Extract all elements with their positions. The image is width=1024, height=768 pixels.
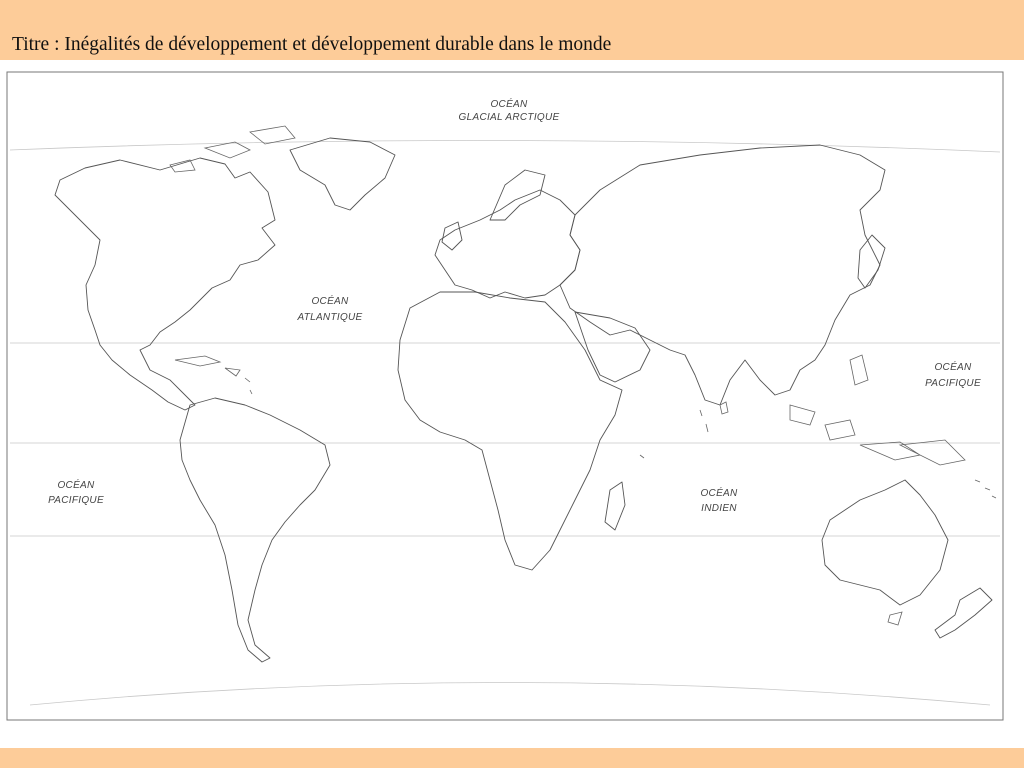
arabia (574, 311, 651, 383)
arctic-islands (169, 125, 296, 173)
ocean-pacific-east-line1: OCÉAN (934, 360, 972, 373)
madagascar (604, 481, 626, 531)
ocean-atlantic-line2: ATLANTIQUE (296, 312, 362, 323)
world-map-svg: OCÉAN GLACIAL ARCTIQUE OCÉAN ATLANTIQUE … (6, 71, 1004, 721)
ocean-label-arctic: OCÉAN GLACIAL ARCTIQUE (459, 97, 560, 123)
page-title: Titre : Inégalités de développement et d… (12, 34, 612, 55)
ocean-arctic-line2: GLACIAL ARCTIQUE (459, 112, 560, 123)
north-america (54, 157, 276, 411)
australia (821, 479, 949, 606)
europe (434, 189, 581, 299)
asia (559, 144, 886, 406)
ocean-label-indian: OCÉAN INDIEN (700, 486, 738, 514)
caribbean (174, 355, 253, 395)
ocean-pacific-west-line1: OCÉAN (57, 478, 95, 491)
ocean-label-atlantic: OCÉAN ATLANTIQUE (296, 294, 362, 323)
ocean-indian-line1: OCÉAN (700, 486, 738, 499)
greenland (289, 137, 396, 211)
tasmania (887, 611, 903, 626)
sri-lanka (719, 401, 729, 415)
ocean-pacific-west-line2: PACIFIQUE (48, 495, 104, 506)
japan (857, 234, 886, 289)
ocean-atlantic-line1: OCÉAN (311, 294, 349, 307)
ocean-label-pacific-east: OCÉAN PACIFIQUE (925, 360, 981, 389)
new-zealand (934, 587, 993, 639)
british-isles (441, 221, 463, 251)
world-map: OCÉAN GLACIAL ARCTIQUE OCÉAN ATLANTIQUE … (0, 60, 1024, 748)
ocean-arctic-line1: OCÉAN (490, 97, 528, 110)
ocean-indian-line2: INDIEN (701, 503, 737, 514)
scandinavia (489, 169, 546, 221)
pacific-islands (639, 409, 997, 499)
south-america (179, 397, 331, 663)
ocean-pacific-east-line2: PACIFIQUE (925, 378, 981, 389)
africa (397, 291, 623, 571)
latitude-lines (9, 140, 1001, 706)
footer-band (0, 748, 1024, 768)
ocean-label-pacific-west: OCÉAN PACIFIQUE (48, 478, 104, 506)
